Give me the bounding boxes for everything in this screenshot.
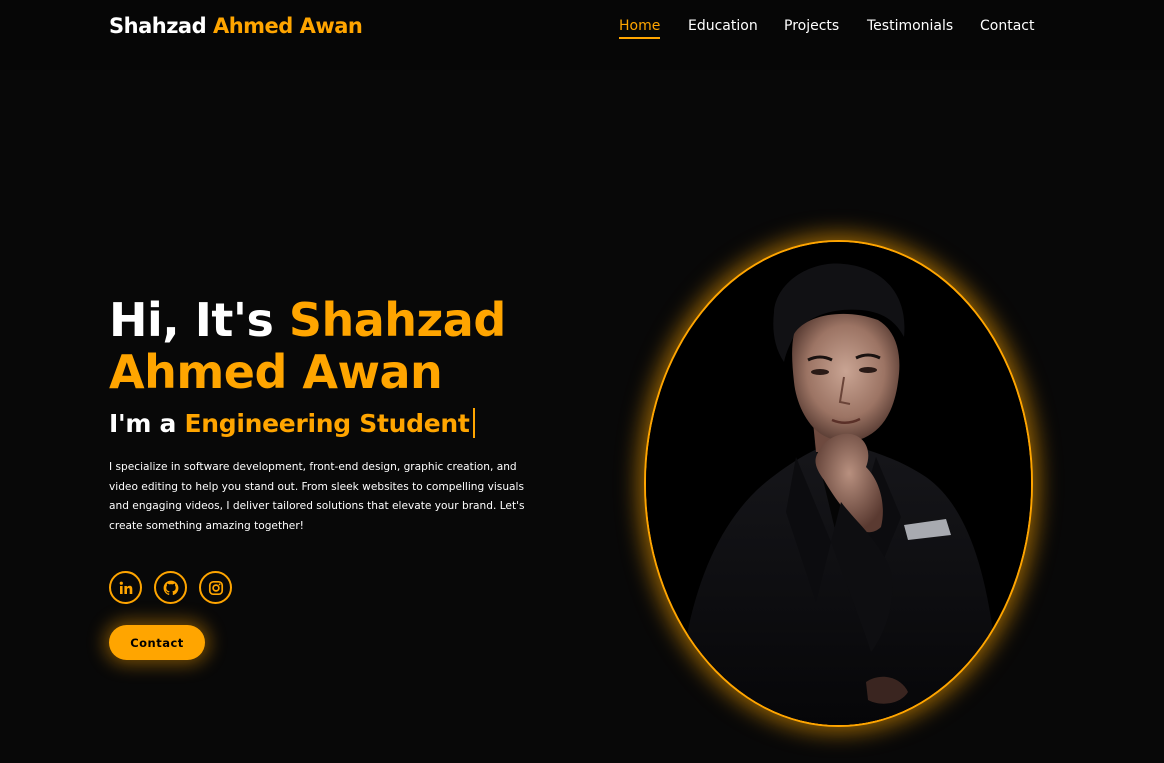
subtitle-prefix: I'm a <box>109 409 177 438</box>
hero-title: Hi, It's Shahzad Ahmed Awan <box>109 294 629 398</box>
linkedin-link[interactable] <box>109 571 142 604</box>
main-nav: Home Education Projects Testimonials Con… <box>0 18 1164 42</box>
nav-item-label: Education <box>688 18 758 34</box>
subtitle-role: Engineering Student <box>184 409 470 438</box>
hero-name-first: Shahzad <box>288 293 506 347</box>
nav-item-testimonials[interactable]: Testimonials <box>867 18 953 34</box>
nav-item-label: Projects <box>784 18 840 34</box>
hero-greeting: Hi, It's <box>109 293 274 347</box>
nav-item-label: Contact <box>980 18 1035 34</box>
instagram-link[interactable] <box>199 571 232 604</box>
nav-item-home[interactable]: Home <box>619 18 661 39</box>
nav-item-contact[interactable]: Contact <box>980 18 1034 34</box>
nav-item-label: Home <box>619 18 661 34</box>
contact-button[interactable]: Contact <box>109 625 205 660</box>
active-nav-underline <box>619 37 661 39</box>
typing-caret <box>472 408 475 438</box>
linkedin-icon <box>118 580 134 596</box>
nav-item-projects[interactable]: Projects <box>784 18 839 34</box>
nav-item-education[interactable]: Education <box>688 18 758 34</box>
nav-item-label: Testimonials <box>867 18 954 34</box>
hero-name-last: Ahmed Awan <box>109 345 443 399</box>
github-link[interactable] <box>154 571 187 604</box>
portrait-photo <box>646 242 1031 725</box>
instagram-icon <box>208 580 224 596</box>
site-header: Shahzad Ahmed Awan Home Education Projec… <box>0 0 1164 70</box>
hero-subtitle: I'm a Engineering Student <box>109 408 475 440</box>
hero-description: I specialize in software development, fr… <box>109 461 525 532</box>
profile-portrait <box>644 240 1033 727</box>
page: Shahzad Ahmed Awan Home Education Projec… <box>0 0 1164 763</box>
github-icon <box>163 580 179 596</box>
